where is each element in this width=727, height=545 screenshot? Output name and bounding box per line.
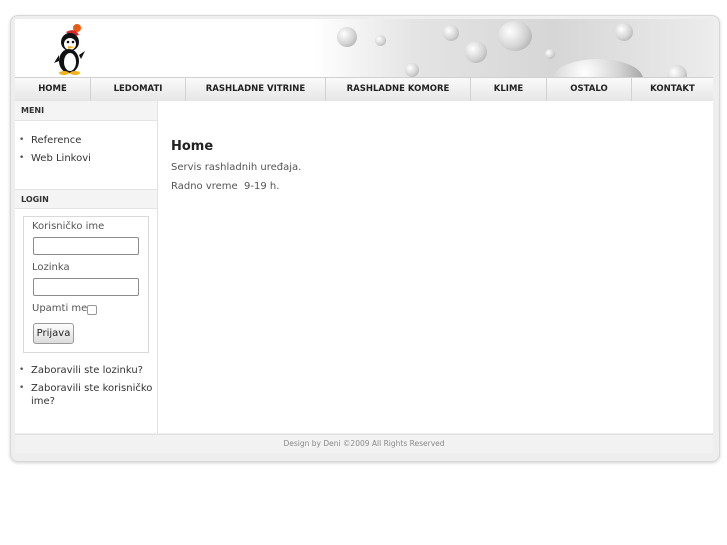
water-drop xyxy=(443,25,459,41)
nav-ledomati[interactable]: LEDOMATI xyxy=(91,78,186,101)
water-drop xyxy=(375,35,386,46)
content-paragraph: Radno vreme 9-19 h. xyxy=(171,181,280,192)
page-title: Home xyxy=(171,139,214,154)
nav-rashladne-komore[interactable]: RASHLADNE KOMORE xyxy=(326,78,471,101)
login-submit-button[interactable]: Prijava xyxy=(33,323,74,344)
menu-item-web-linkovi[interactable]: Web Linkovi xyxy=(15,152,157,165)
nav-rashladne-vitrine[interactable]: RASHLADNE VITRINE xyxy=(186,78,326,101)
water-drop xyxy=(465,41,487,63)
content-paragraph: Servis rashladnih uređaja. xyxy=(171,162,302,173)
account-help-links: Zaboravili ste lozinku? Zaboravili ste k… xyxy=(15,364,157,413)
water-drop xyxy=(667,65,687,77)
penguin-logo-icon xyxy=(54,24,85,75)
remember-label: Upamti me xyxy=(32,303,88,314)
header-banner xyxy=(15,19,713,77)
username-input[interactable] xyxy=(33,237,139,255)
water-drop xyxy=(405,63,419,77)
water-drop xyxy=(553,59,643,77)
water-drop xyxy=(337,27,357,47)
menu-item-reference[interactable]: Reference xyxy=(15,134,157,147)
water-drop xyxy=(615,23,633,41)
username-label: Korisničko ime xyxy=(32,221,105,232)
main-navigation: HOME LEDOMATI RASHLADNE VITRINE RASHLADN… xyxy=(15,77,713,102)
remember-checkbox[interactable] xyxy=(87,305,97,315)
forgot-username-link[interactable]: Zaboravili ste korisničko ime? xyxy=(15,382,157,408)
nav-klime[interactable]: KLIME xyxy=(471,78,547,101)
main-content: Home Servis rashladnih uređaja. Radno vr… xyxy=(158,101,713,433)
water-drop xyxy=(498,21,532,51)
footer-credits: Design by Deni ©2009 All Rights Reserved xyxy=(15,434,713,453)
nav-kontakt[interactable]: KONTAKT xyxy=(632,78,713,101)
sidebar: MENI Reference Web Linkovi LOGIN Korisni… xyxy=(15,101,158,433)
menu-list: Reference Web Linkovi xyxy=(15,134,157,170)
nav-home[interactable]: HOME xyxy=(15,78,91,101)
water-drops-banner xyxy=(315,19,713,77)
water-drop xyxy=(545,49,555,59)
nav-ostalo[interactable]: OSTALO xyxy=(547,78,632,101)
login-form: Korisničko ime Lozinka Upamti me Prijava xyxy=(23,216,149,353)
menu-section-title: MENI xyxy=(15,101,157,121)
password-label: Lozinka xyxy=(32,262,70,273)
password-input[interactable] xyxy=(33,278,139,296)
forgot-password-link[interactable]: Zaboravili ste lozinku? xyxy=(15,364,157,377)
login-section-title: LOGIN xyxy=(15,189,157,209)
